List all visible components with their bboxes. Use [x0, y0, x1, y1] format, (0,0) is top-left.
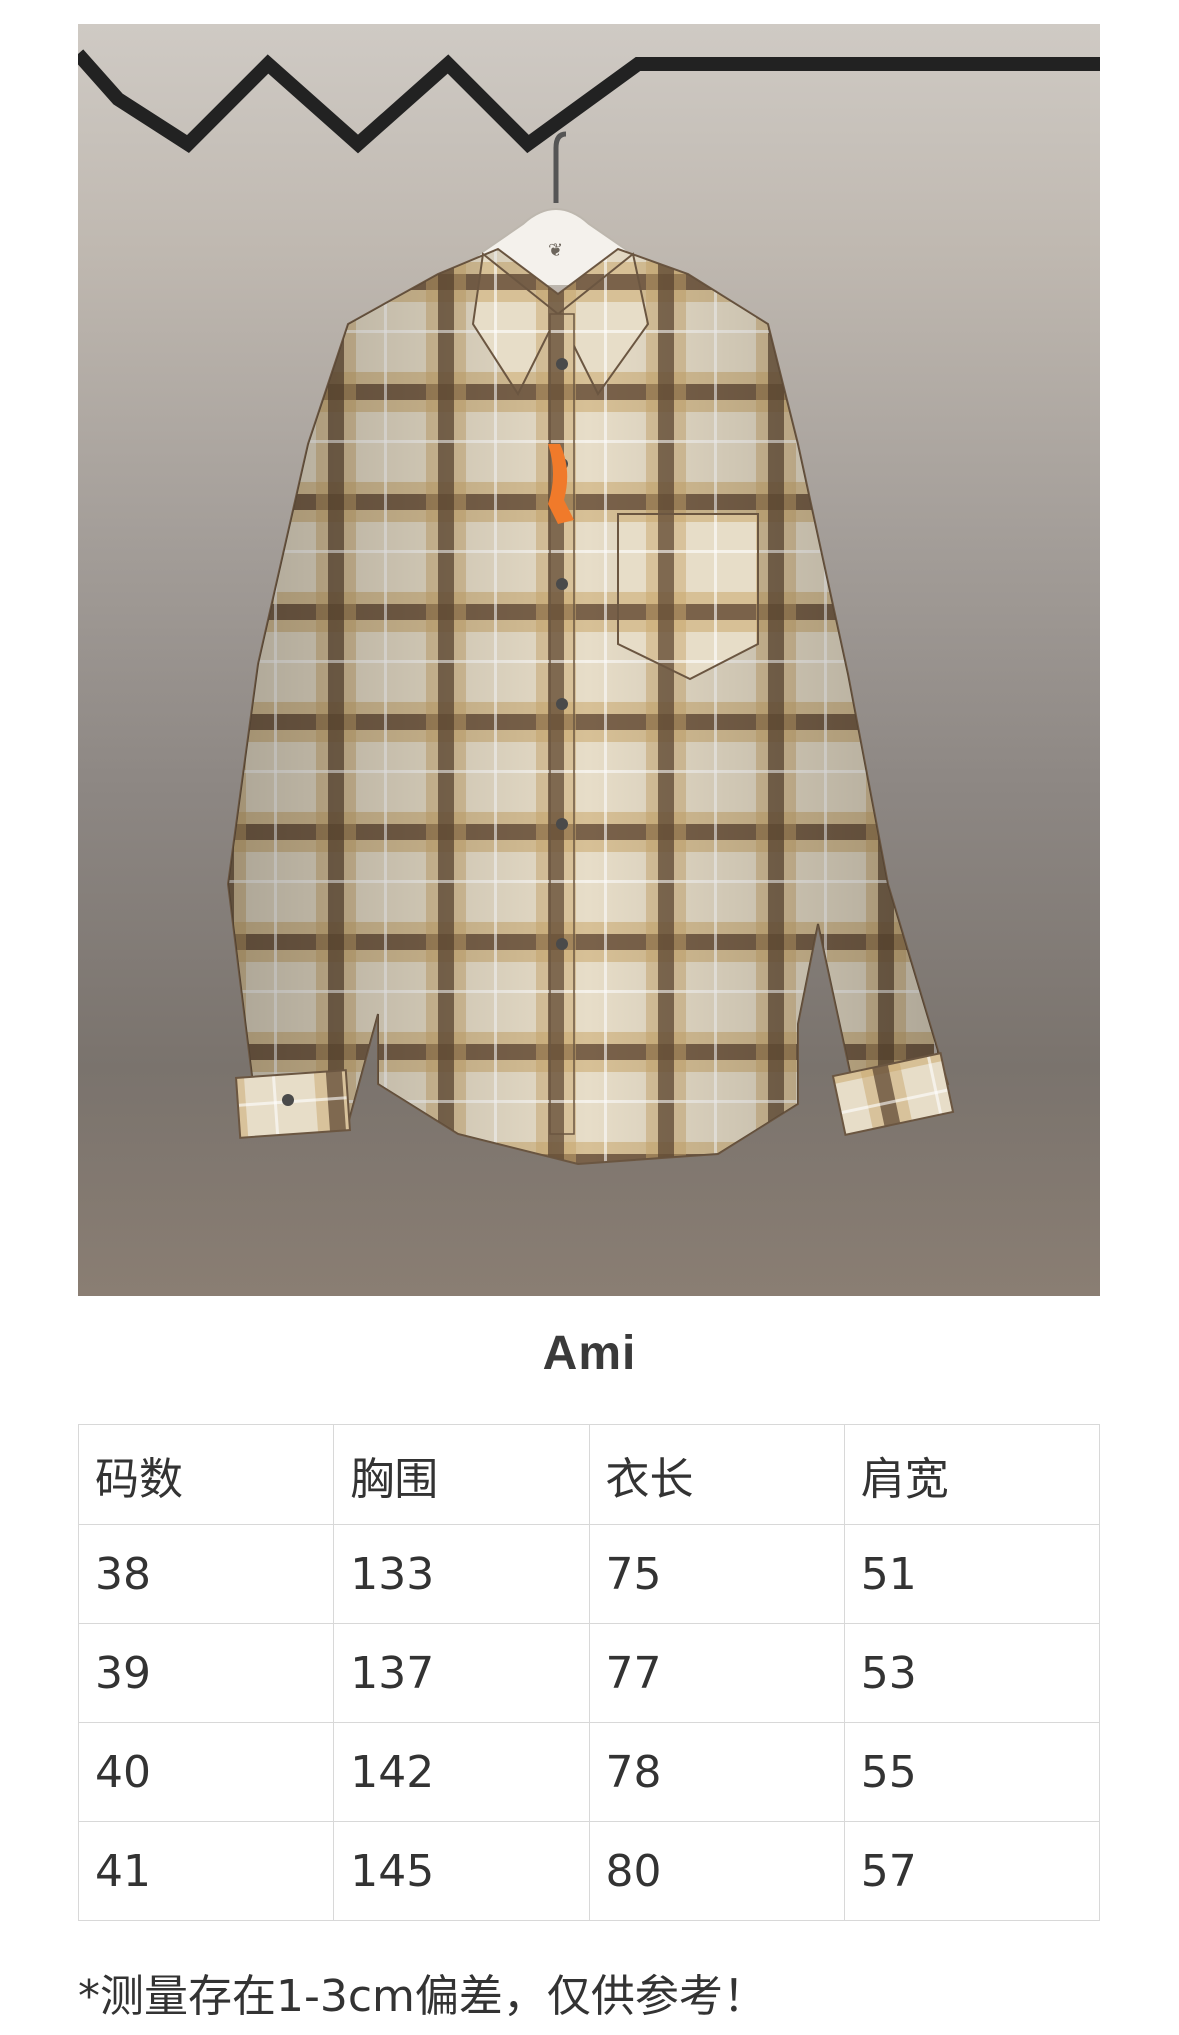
table-row: 38 133 75 51	[77, 1524, 1101, 1624]
table-cell: 38	[77, 1524, 335, 1624]
shirt-illustration	[226, 247, 955, 1166]
table-cell: 53	[843, 1623, 1101, 1723]
table-cell: 137	[333, 1623, 590, 1723]
product-photo: ❦	[78, 24, 1100, 1296]
table-cell: 142	[333, 1722, 590, 1822]
measurement-disclaimer: *测量存在1-3cm偏差，仅供参考！	[78, 1971, 767, 2022]
table-header-row: 码数 胸围 衣长 肩宽	[77, 1424, 1101, 1525]
table-cell: 51	[843, 1524, 1101, 1624]
table-cell: 55	[843, 1722, 1101, 1822]
table-cell: 39	[77, 1623, 335, 1723]
table-row: 41 145 80 57	[77, 1821, 1101, 1921]
size-table: 码数 胸围 衣长 肩宽 38 133 75 51 39 137 77 53 40…	[77, 1424, 1101, 1921]
hanger-logo-mark: ❦	[548, 240, 563, 261]
header-shoulder: 肩宽	[843, 1424, 1101, 1525]
header-size: 码数	[77, 1424, 335, 1525]
table-row: 40 142 78 55	[77, 1722, 1101, 1822]
table-cell: 80	[588, 1821, 845, 1921]
table-cell: 77	[588, 1623, 845, 1723]
zigzag-rack	[78, 49, 1100, 154]
table-cell: 40	[77, 1722, 335, 1822]
header-length: 衣长	[588, 1424, 845, 1525]
hanger-hook	[553, 131, 567, 203]
brand-title: Ami	[542, 1327, 637, 1380]
table-row: 39 137 77 53	[77, 1623, 1101, 1723]
header-chest: 胸围	[333, 1424, 590, 1525]
product-photo-illustration: ❦	[78, 49, 1100, 1166]
table-cell: 41	[77, 1821, 335, 1921]
table-cell: 78	[588, 1722, 845, 1822]
table-cell: 133	[333, 1524, 590, 1624]
table-cell: 145	[333, 1821, 590, 1921]
table-cell: 75	[588, 1524, 845, 1624]
table-cell: 57	[843, 1821, 1101, 1921]
